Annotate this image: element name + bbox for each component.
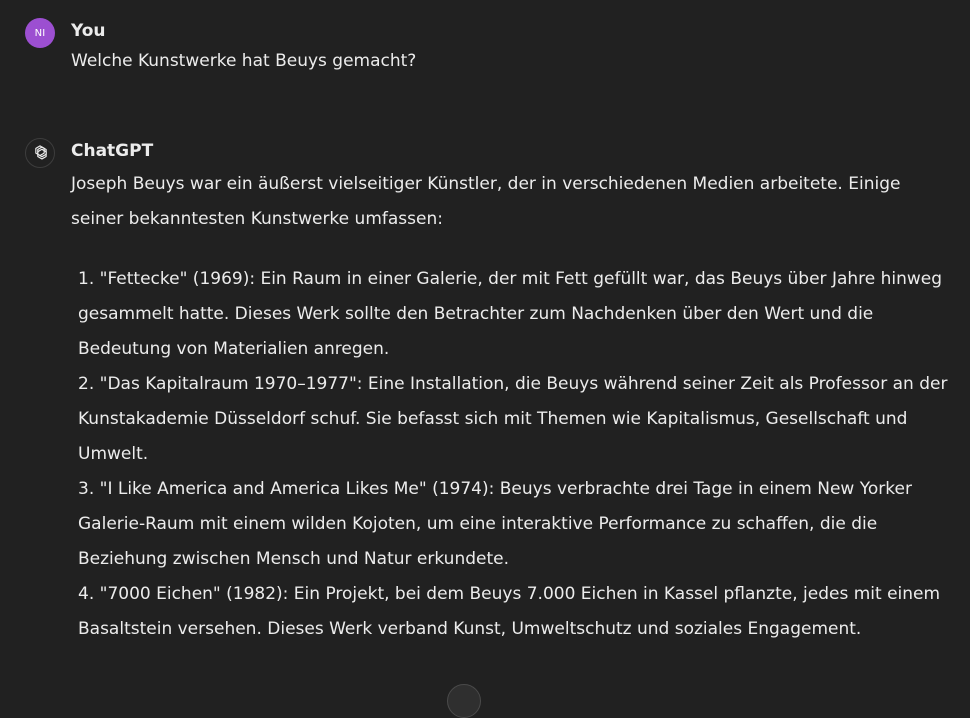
list-item: 4. "7000 Eichen" (1982): Ein Projekt, be…	[78, 584, 941, 639]
user-author-name: You	[71, 21, 106, 41]
assistant-author-name: ChatGPT	[71, 141, 154, 161]
list-item: 3. "I Like America and America Likes Me"…	[78, 479, 912, 569]
assistant-avatar	[25, 138, 55, 168]
user-message-text: Welche Kunstwerke hat Beuys gemacht?	[71, 51, 417, 71]
list-item: 1. "Fettecke" (1969): Ein Raum in einer …	[78, 269, 943, 359]
openai-logo-icon	[35, 145, 47, 160]
scroll-down-button[interactable]	[447, 684, 481, 718]
assistant-intro-text: Joseph Beuys war ein äußerst vielseitige…	[71, 174, 901, 229]
artwork-list: 1. "Fettecke" (1969): Ein Raum in einer …	[78, 262, 948, 647]
user-avatar: NI	[25, 18, 55, 48]
list-item: 2. "Das Kapitalraum 1970–1977": Eine Ins…	[78, 374, 948, 464]
user-avatar-initials: NI	[34, 27, 46, 39]
